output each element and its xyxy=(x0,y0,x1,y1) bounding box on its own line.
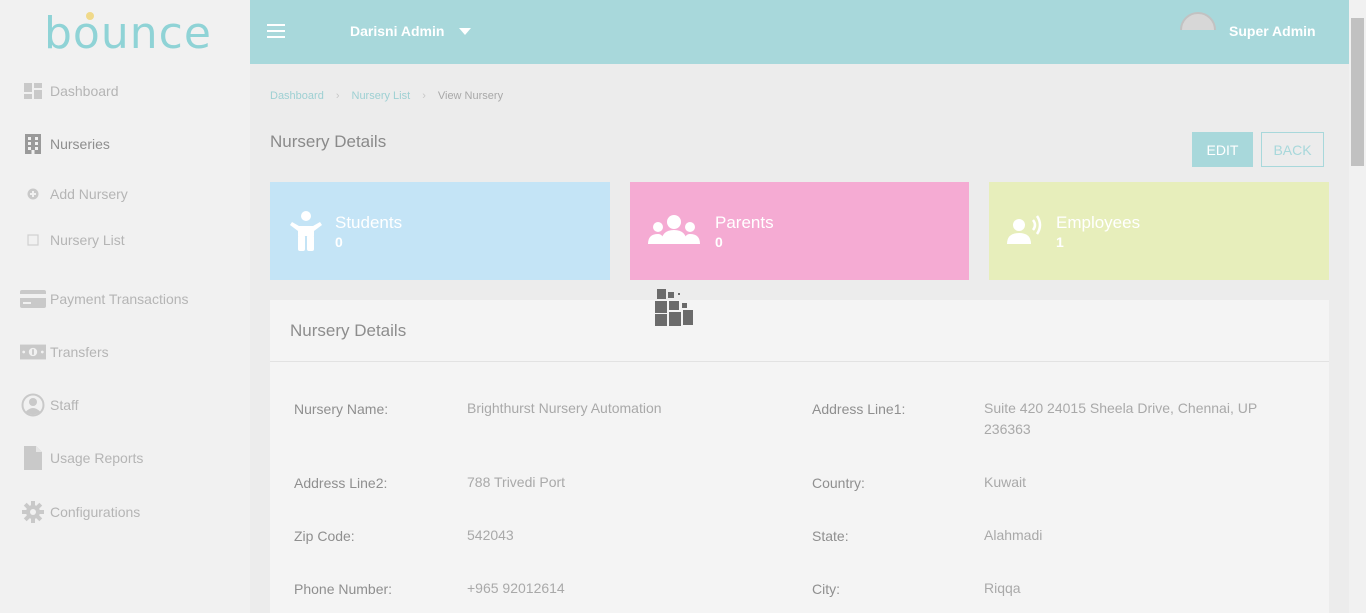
card-title: Employees xyxy=(1056,213,1141,232)
user-menu[interactable]: Super Admin xyxy=(1229,23,1316,39)
breadcrumb-separator: › xyxy=(422,90,426,102)
sidebar-item-transfers[interactable]: Transfers xyxy=(0,337,250,367)
speaker-person-icon xyxy=(1007,210,1043,252)
parents-card[interactable]: Parents 0 xyxy=(630,182,969,280)
breadcrumb-separator: › xyxy=(335,90,340,102)
gear-icon xyxy=(20,500,46,524)
menu-toggle-icon[interactable] xyxy=(267,24,285,38)
field-label: Nursery Name: xyxy=(294,401,389,417)
sidebar-item-staff[interactable]: Staff xyxy=(0,390,250,420)
scroll-thumb[interactable] xyxy=(1351,18,1364,166)
breadcrumb-nursery-list[interactable]: Nursery List xyxy=(352,90,411,102)
sidebar: bounce Dashboard Nurseries Add Nursery N… xyxy=(0,0,250,613)
money-icon xyxy=(20,340,46,364)
sidebar-item-label: Nurseries xyxy=(50,136,110,152)
field-value: Riqqa xyxy=(984,580,1021,596)
field-value: +965 92012614 xyxy=(467,580,565,596)
sidebar-item-label: Add Nursery xyxy=(50,186,128,202)
sidebar-item-label: Configurations xyxy=(50,504,141,520)
sidebar-item-nurseries[interactable]: Nurseries xyxy=(0,129,250,159)
logo-dot xyxy=(86,12,94,20)
sidebar-item-label: Staff xyxy=(50,397,79,413)
top-header: Darisni Admin Super Admin xyxy=(250,0,1349,64)
nursery-details-panel: Nursery Details Nursery Name: Brighthurs… xyxy=(270,300,1329,613)
sidebar-item-label: Dashboard xyxy=(50,83,119,99)
card-title: Students xyxy=(335,213,403,232)
sidebar-item-label: Usage Reports xyxy=(50,450,144,466)
field-value: 788 Trivedi Port xyxy=(467,474,566,490)
field-value: Alahmadi xyxy=(984,527,1043,543)
field-value: Suite 420 24015 Sheela Drive, Chennai, U… xyxy=(984,400,1257,437)
breadcrumb-current: View Nursery xyxy=(437,90,504,102)
sidebar-item-add-nursery[interactable]: Add Nursery xyxy=(0,179,250,209)
field-value: Brighthurst Nursery Automation xyxy=(467,400,662,416)
page-title: Nursery Details xyxy=(270,132,387,151)
credit-card-icon xyxy=(20,287,46,311)
sidebar-item-payment-transactions[interactable]: Payment Transactions xyxy=(0,284,250,314)
field-value: Kuwait xyxy=(984,474,1027,490)
sidebar-item-usage-reports[interactable]: Usage Reports xyxy=(0,443,250,473)
account-switcher[interactable]: Darisni Admin xyxy=(350,23,444,39)
card-value: 0 xyxy=(335,234,343,250)
child-icon xyxy=(288,210,324,252)
dashboard-icon xyxy=(20,79,46,103)
field-label: Zip Code: xyxy=(294,528,355,544)
loading-spinner-icon xyxy=(655,288,695,328)
sidebar-item-dashboard[interactable]: Dashboard xyxy=(0,76,250,106)
plus-circle-icon xyxy=(20,182,46,206)
file-icon xyxy=(20,446,46,470)
field-label: Address Line1: xyxy=(812,401,906,417)
sidebar-item-label: Nursery List xyxy=(50,232,125,248)
avatar[interactable] xyxy=(1180,12,1216,30)
divider xyxy=(270,361,1329,362)
field-label: Address Line2: xyxy=(294,475,388,491)
scrollbar[interactable] xyxy=(1349,0,1366,613)
sidebar-item-label: Payment Transactions xyxy=(50,291,189,307)
square-icon xyxy=(20,228,46,252)
card-value: 0 xyxy=(715,234,723,250)
field-label: State: xyxy=(812,528,849,544)
building-icon xyxy=(20,132,46,156)
logo-text: bounce xyxy=(44,8,212,59)
field-label: Country: xyxy=(812,475,865,491)
field-label: Phone Number: xyxy=(294,581,393,597)
field-value: 542043 xyxy=(467,527,514,543)
edit-button[interactable]: EDIT xyxy=(1192,132,1253,167)
back-button[interactable]: BACK xyxy=(1261,132,1324,167)
card-title: Parents xyxy=(715,213,774,232)
card-value: 1 xyxy=(1056,234,1064,250)
bounce-logo[interactable]: bounce xyxy=(44,8,212,59)
breadcrumb: Dashboard › Nursery List › View Nursery xyxy=(270,90,503,102)
caret-down-icon[interactable] xyxy=(459,28,471,35)
field-label: City: xyxy=(812,581,840,597)
user-circle-icon xyxy=(20,393,46,417)
sidebar-item-nursery-list[interactable]: Nursery List xyxy=(0,225,250,255)
sidebar-item-configurations[interactable]: Configurations xyxy=(0,497,250,527)
breadcrumb-dashboard[interactable]: Dashboard xyxy=(270,90,324,102)
employees-card[interactable]: Employees 1 xyxy=(989,182,1329,280)
sidebar-item-label: Transfers xyxy=(50,344,109,360)
panel-heading: Nursery Details xyxy=(290,321,407,340)
students-card[interactable]: Students 0 xyxy=(270,182,610,280)
users-icon xyxy=(648,210,700,252)
